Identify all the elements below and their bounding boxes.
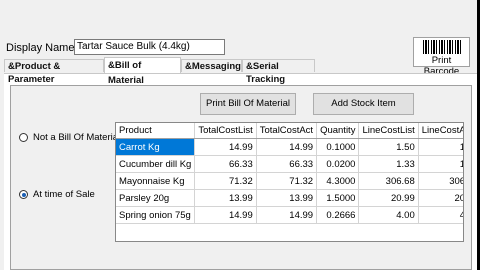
radio-not-bom-label: Not a Bill Of Material bbox=[33, 132, 121, 143]
col-header-line-cost-list[interactable]: LineCostList bbox=[358, 123, 419, 139]
cell-product[interactable]: Mayonnaise Kg bbox=[116, 172, 196, 190]
cell-total-cost-list[interactable]: 71.32 bbox=[194, 172, 257, 190]
tab-product-parameter[interactable]: &Product & Parameter bbox=[4, 59, 104, 85]
cell-line-cost-actual[interactable]: 4.00 bbox=[418, 206, 463, 224]
table-row[interactable]: Mayonnaise Kg 71.32 71.32 4.3000 306.68 … bbox=[116, 172, 463, 190]
print-bom-button[interactable]: Print Bill Of Material bbox=[200, 93, 296, 115]
cell-line-cost-list[interactable]: 4.00 bbox=[358, 206, 419, 224]
add-stock-item-button[interactable]: Add Stock Item bbox=[313, 93, 414, 115]
col-header-total-cost-list[interactable]: TotalCostList bbox=[194, 123, 257, 139]
cell-total-cost-act[interactable]: 14.99 bbox=[256, 206, 318, 224]
table-row[interactable]: Carrot Kg 14.99 14.99 0.1000 1.50 1.50 bbox=[116, 138, 463, 156]
col-header-product[interactable]: Product bbox=[116, 123, 196, 139]
cell-total-cost-list[interactable]: 14.99 bbox=[194, 138, 257, 156]
bom-table: Product TotalCostList TotalCostAct Quant… bbox=[116, 123, 463, 224]
cell-total-cost-act[interactable]: 13.99 bbox=[256, 189, 318, 207]
cell-quantity[interactable]: 0.0200 bbox=[316, 155, 360, 173]
tab-serial-tracking[interactable]: &Serial Tracking bbox=[242, 59, 315, 85]
tab-bill-of-material[interactable]: &Bill of Material bbox=[104, 57, 181, 86]
cell-product[interactable]: Cucumber dill Kg bbox=[116, 155, 196, 173]
tab-messaging[interactable]: &Messaging bbox=[181, 59, 242, 72]
cell-quantity[interactable]: 0.1000 bbox=[316, 138, 360, 156]
cell-line-cost-actual[interactable]: 1.50 bbox=[418, 138, 463, 156]
table-row[interactable]: Parsley 20g 13.99 13.99 1.5000 20.99 20.… bbox=[116, 189, 463, 207]
bom-grid[interactable]: Product TotalCostList TotalCostAct Quant… bbox=[115, 122, 464, 242]
cell-line-cost-list[interactable]: 1.33 bbox=[358, 155, 419, 173]
print-barcode-button[interactable]: Print Barcode bbox=[413, 37, 470, 77]
display-name-input[interactable]: Tartar Sauce Bulk (4.4kg) bbox=[74, 39, 225, 55]
cell-total-cost-act[interactable]: 66.33 bbox=[256, 155, 318, 173]
cell-product[interactable]: Spring onion 75g bbox=[116, 206, 196, 224]
cell-line-cost-list[interactable]: 306.68 bbox=[358, 172, 419, 190]
radio-at-sale-label: At time of Sale bbox=[33, 189, 95, 200]
cell-line-cost-actual[interactable]: 20.99 bbox=[418, 189, 463, 207]
cell-total-cost-list[interactable]: 66.33 bbox=[194, 155, 257, 173]
cell-total-cost-act[interactable]: 14.99 bbox=[256, 138, 318, 156]
cell-line-cost-actual[interactable]: 306.68 bbox=[418, 172, 463, 190]
cell-total-cost-act[interactable]: 71.32 bbox=[256, 172, 318, 190]
cell-product[interactable]: Carrot Kg bbox=[116, 138, 196, 156]
radio-not-bom[interactable]: Not a Bill Of Material bbox=[19, 132, 120, 143]
col-header-quantity[interactable]: Quantity bbox=[316, 123, 360, 139]
cell-total-cost-list[interactable]: 14.99 bbox=[194, 206, 257, 224]
cell-line-cost-list[interactable]: 20.99 bbox=[358, 189, 419, 207]
cell-line-cost-list[interactable]: 1.50 bbox=[358, 138, 419, 156]
cell-quantity[interactable]: 4.3000 bbox=[316, 172, 360, 190]
cell-quantity[interactable]: 1.5000 bbox=[316, 189, 360, 207]
radio-not-bom-circle bbox=[19, 133, 28, 142]
cell-line-cost-actual[interactable]: 1.33 bbox=[418, 155, 463, 173]
cell-quantity[interactable]: 0.2666 bbox=[316, 206, 360, 224]
table-row[interactable]: Spring onion 75g 14.99 14.99 0.2666 4.00… bbox=[116, 206, 463, 224]
cell-total-cost-list[interactable]: 13.99 bbox=[194, 189, 257, 207]
radio-at-sale-circle bbox=[19, 190, 28, 199]
cell-product[interactable]: Parsley 20g bbox=[116, 189, 196, 207]
col-header-total-cost-act[interactable]: TotalCostAct bbox=[256, 123, 318, 139]
table-row[interactable]: Cucumber dill Kg 66.33 66.33 0.0200 1.33… bbox=[116, 155, 463, 173]
radio-at-sale[interactable]: At time of Sale bbox=[19, 189, 95, 200]
bom-header-row: Product TotalCostList TotalCostAct Quant… bbox=[116, 123, 463, 139]
product-window: Display Name Tartar Sauce Bulk (4.4kg) P… bbox=[0, 0, 477, 270]
col-header-line-cost-actual[interactable]: LineCostActu bbox=[418, 123, 463, 139]
barcode-icon bbox=[423, 40, 461, 54]
display-name-label: Display Name bbox=[6, 42, 75, 54]
